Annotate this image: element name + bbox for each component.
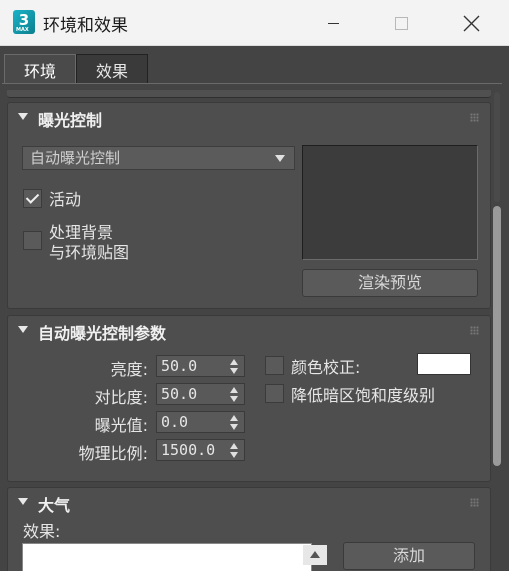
close-button[interactable]	[448, 0, 494, 46]
brightness-spinner[interactable]: 50.0	[156, 355, 245, 377]
tab-divider	[2, 83, 502, 84]
3ds-max-app-icon: 3 MAX	[13, 10, 35, 34]
exposure-value-spinner[interactable]: 0.0	[156, 411, 245, 433]
spinner-up-icon[interactable]	[230, 387, 238, 393]
auto-exposure-params-header[interactable]: 自动曝光控制参数	[8, 316, 490, 344]
effects-label: 效果:	[23, 522, 61, 541]
contrast-value: 50.0	[161, 385, 198, 403]
active-label: 活动	[49, 190, 82, 209]
minimize-button[interactable]	[310, 0, 356, 46]
physical-scale-label: 物理比例:	[78, 444, 148, 463]
add-effect-button[interactable]: 添加	[343, 542, 475, 570]
auto-exposure-params-rollout: 自动曝光控制参数 亮度: 50.0 对比度: 50.0 曝光值: 0.0 物理比…	[7, 315, 491, 482]
physical-scale-spinner[interactable]: 1500.0	[156, 439, 245, 461]
spinner-up-icon[interactable]	[230, 415, 238, 421]
exposure-control-header[interactable]: 曝光控制	[8, 103, 490, 131]
maximize-button[interactable]	[378, 0, 424, 46]
environment-panel: 曝光控制 自动曝光控制 活动 处理背景 与环境贴图 渲染预览 自动曝光控制参数 …	[0, 86, 509, 571]
color-correction-label: 颜色校正:	[291, 358, 361, 377]
rollout-title: 自动曝光控制参数	[38, 324, 167, 343]
atmosphere-rollout: 大气 效果: 添加	[7, 487, 491, 571]
brightness-value: 50.0	[161, 357, 198, 375]
contrast-label: 对比度:	[94, 388, 148, 407]
color-correction-swatch[interactable]	[417, 353, 471, 375]
minimize-icon	[327, 22, 339, 24]
spinner-down-icon[interactable]	[230, 424, 238, 430]
collapse-arrow-icon	[18, 498, 28, 505]
panel-scrollbar[interactable]	[493, 92, 501, 564]
exposure-value: 0.0	[161, 413, 189, 431]
desaturate-low-levels-checkbox[interactable]	[265, 384, 284, 403]
collapsed-rollout-stub	[7, 90, 491, 98]
color-correction-checkbox[interactable]	[265, 356, 284, 375]
collapse-arrow-icon	[18, 326, 28, 333]
scrollbar-thumb[interactable]	[493, 206, 501, 466]
brightness-label: 亮度:	[110, 360, 148, 379]
physical-scale-value: 1500.0	[161, 441, 216, 459]
chevron-down-icon	[275, 155, 285, 162]
rollout-title: 曝光控制	[38, 111, 103, 130]
tab-bar: 环境 效果	[0, 46, 509, 86]
title-bar[interactable]: 3 MAX 环境和效果	[0, 0, 509, 46]
active-checkbox[interactable]	[23, 189, 42, 208]
process-background-label-line2: 与环境贴图	[49, 243, 130, 262]
rollout-title: 大气	[38, 496, 71, 515]
spinner-up-icon[interactable]	[230, 443, 238, 449]
window-title: 环境和效果	[43, 16, 128, 36]
tab-environment[interactable]: 环境	[4, 54, 76, 84]
render-preview-button[interactable]: 渲染预览	[302, 269, 478, 297]
scrollbar-track[interactable]	[494, 92, 500, 202]
desaturate-low-levels-label: 降低暗区饱和度级别	[291, 386, 436, 405]
app-icon-sublabel: MAX	[16, 27, 29, 33]
drag-grip-icon[interactable]	[470, 113, 479, 122]
exposure-control-rollout: 曝光控制 自动曝光控制 活动 处理背景 与环境贴图 渲染预览	[7, 102, 491, 309]
maximize-icon	[394, 16, 408, 30]
environment-effects-window: 3 MAX 环境和效果 环境 效果 曝光控制 自动曝光控制 活动 处理背景 与环…	[0, 0, 509, 571]
tab-effects[interactable]: 效果	[76, 54, 148, 84]
atmosphere-header[interactable]: 大气	[8, 488, 490, 516]
exposure-type-dropdown[interactable]: 自动曝光控制	[22, 146, 295, 170]
close-icon	[463, 15, 479, 31]
contrast-spinner[interactable]: 50.0	[156, 383, 245, 405]
process-background-checkbox[interactable]	[23, 231, 42, 250]
spinner-up-icon[interactable]	[230, 359, 238, 365]
collapse-arrow-icon	[18, 113, 28, 120]
drag-grip-icon[interactable]	[470, 326, 479, 335]
atmosphere-effects-list[interactable]	[22, 543, 312, 571]
exposure-preview-thumbnail	[302, 145, 478, 260]
spinner-down-icon[interactable]	[230, 452, 238, 458]
exposure-value-label: 曝光值:	[94, 416, 148, 435]
drag-grip-icon[interactable]	[470, 498, 479, 507]
dropdown-value: 自动曝光控制	[30, 149, 121, 167]
spinner-down-icon[interactable]	[230, 396, 238, 402]
spinner-down-icon[interactable]	[230, 368, 238, 374]
list-scroll-up-icon[interactable]	[303, 545, 327, 565]
